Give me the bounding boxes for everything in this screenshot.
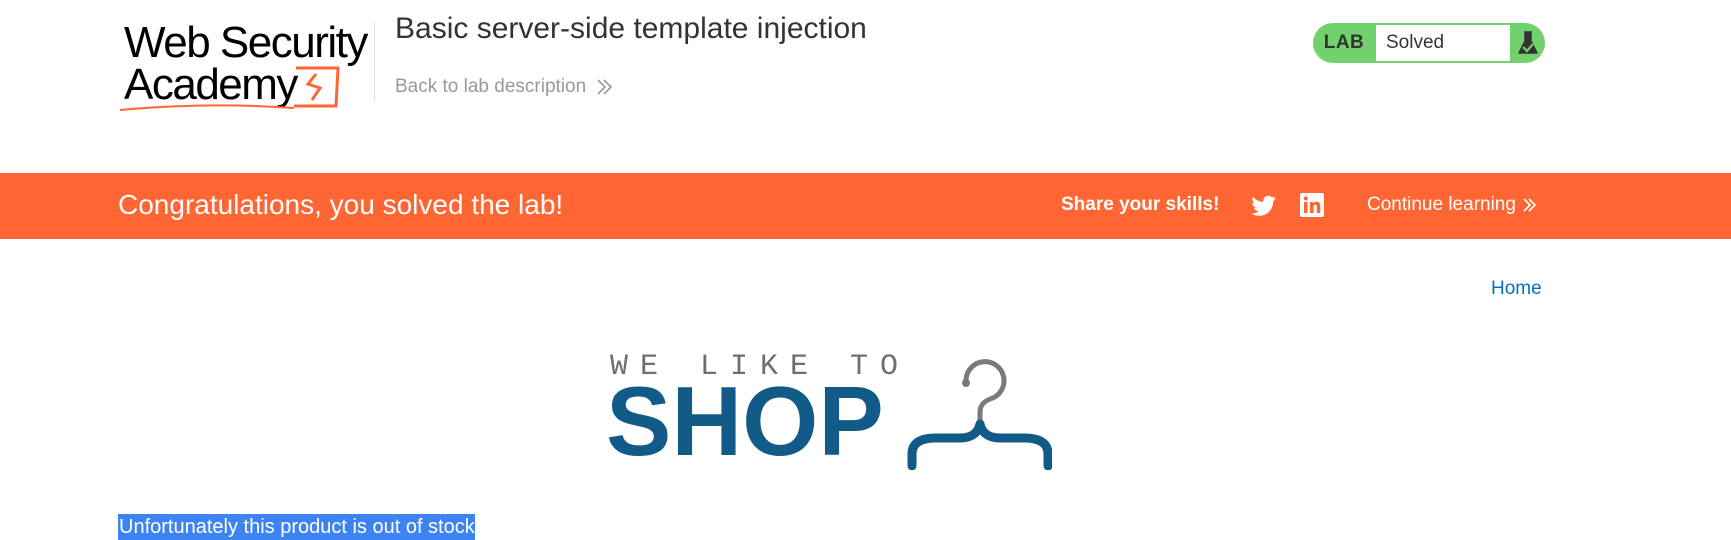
solved-banner: Congratulations, you solved the lab! Sha… — [0, 173, 1731, 239]
lab-status-value: Solved — [1376, 25, 1510, 61]
flask-check-icon — [1518, 31, 1538, 54]
home-link[interactable]: Home — [1491, 278, 1542, 300]
double-chevron-right-icon — [1523, 198, 1537, 212]
double-chevron-right-icon — [597, 79, 613, 95]
congratulations-message: Congratulations, you solved the lab! — [118, 189, 564, 220]
lab-header: Web Security Academy Basic server-side t… — [0, 0, 1731, 172]
out-of-stock-message: Unfortunately this product is out of sto… — [118, 514, 475, 540]
lab-title: Basic server-side template injection — [395, 12, 867, 45]
shop-logo-word: SHOP — [606, 366, 884, 476]
back-to-lab-description-link[interactable]: Back to lab description — [395, 76, 614, 98]
shop-logo[interactable]: WE LIKE TO SHOP — [606, 350, 1055, 470]
lab-status-widget: LAB Solved — [1313, 23, 1545, 63]
linkedin-icon[interactable] — [1300, 193, 1324, 217]
continue-learning-label: Continue learning — [1367, 194, 1516, 215]
share-skills-label: Share your skills! — [1061, 194, 1220, 215]
web-security-academy-logo[interactable]: Web Security Academy — [118, 18, 378, 116]
lab-status-tag: LAB — [1323, 32, 1365, 53]
header-divider — [374, 22, 375, 102]
twitter-icon[interactable] — [1252, 195, 1276, 217]
hanger-icon — [907, 359, 1052, 470]
continue-learning-link[interactable]: Continue learning — [1367, 194, 1538, 216]
svg-text:Academy: Academy — [124, 60, 298, 109]
back-link-label: Back to lab description — [395, 76, 587, 97]
